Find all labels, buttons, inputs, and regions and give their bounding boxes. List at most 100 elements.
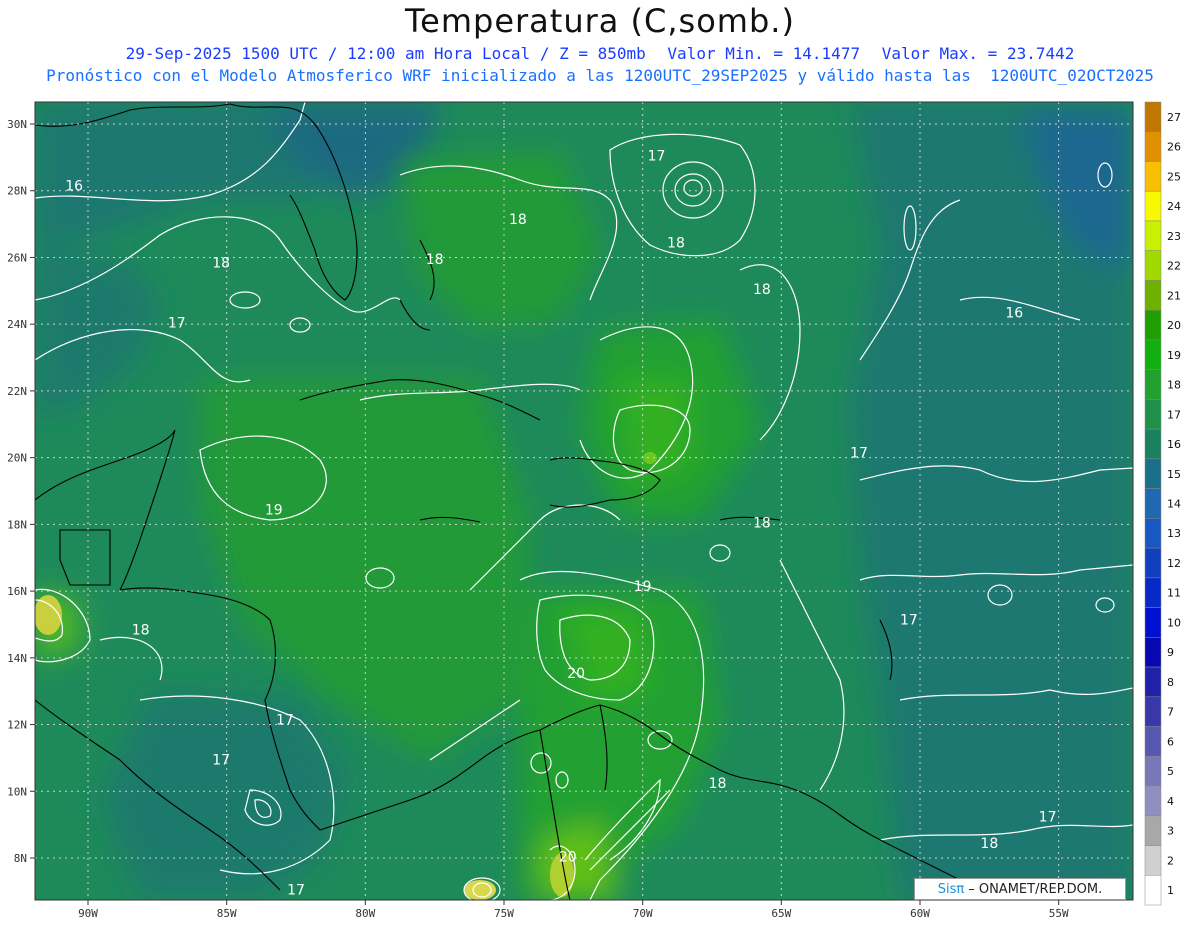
lon-label: 65W bbox=[771, 907, 791, 920]
colorbar-swatch bbox=[1144, 875, 1162, 906]
colorbar-label: 8 bbox=[1167, 676, 1174, 689]
lon-label: 60W bbox=[910, 907, 930, 920]
contour-label: 17 bbox=[648, 149, 666, 165]
contour-label: 19 bbox=[265, 502, 283, 518]
colorbar-label: 20 bbox=[1167, 319, 1181, 332]
colorbar-label: 9 bbox=[1167, 646, 1174, 659]
hotspot-honduras bbox=[35, 595, 62, 635]
contour-label: 17 bbox=[212, 753, 230, 769]
colorbar-label: 1 bbox=[1167, 884, 1174, 897]
colorbar-label: 18 bbox=[1167, 379, 1181, 392]
longitude-axis: 90W 85W 80W 75W 70W 65W 60W 55W bbox=[78, 900, 1069, 920]
colorbar-label: 3 bbox=[1167, 825, 1174, 838]
colorbar: 2726252423222120191817161514131211109876… bbox=[1144, 101, 1181, 906]
contour-label: 18 bbox=[667, 235, 685, 251]
lon-label: 85W bbox=[217, 907, 237, 920]
lat-label: 10N bbox=[7, 785, 27, 798]
colorbar-swatch bbox=[1144, 488, 1162, 519]
contour-label: 17 bbox=[287, 883, 305, 899]
contour-label: 18 bbox=[426, 252, 444, 268]
colorbar-swatch bbox=[1144, 637, 1162, 668]
contour-label: 20 bbox=[567, 666, 585, 682]
colorbar-label: 11 bbox=[1167, 587, 1181, 600]
contour-label: 17 bbox=[168, 316, 186, 332]
lat-label: 12N bbox=[7, 719, 27, 732]
colorbar-label: 2 bbox=[1167, 854, 1174, 867]
lat-label: 28N bbox=[7, 185, 27, 198]
lon-label: 70W bbox=[633, 907, 653, 920]
colorbar-label: 26 bbox=[1167, 141, 1181, 154]
colorbar-label: 4 bbox=[1167, 795, 1174, 808]
colorbar-swatch bbox=[1144, 547, 1162, 579]
colorbar-swatch bbox=[1144, 369, 1162, 400]
credit-org: – ONAMET/REP.DOM. bbox=[968, 881, 1103, 897]
contour-label: 17 bbox=[850, 446, 868, 462]
colorbar-label: 13 bbox=[1167, 527, 1181, 540]
contour-label: 16 bbox=[65, 179, 83, 195]
colorbar-swatch bbox=[1144, 101, 1162, 132]
contour-label: 17 bbox=[900, 612, 918, 628]
contour-label: 18 bbox=[212, 255, 230, 271]
colorbar-swatch bbox=[1144, 428, 1162, 460]
contour-label: 16 bbox=[1005, 306, 1023, 322]
contour-label: 17 bbox=[1039, 809, 1057, 825]
colorbar-label: 10 bbox=[1167, 616, 1181, 629]
colorbar-swatch bbox=[1144, 696, 1162, 727]
colorbar-swatch bbox=[1144, 250, 1162, 281]
colorbar-swatch bbox=[1144, 220, 1162, 251]
colorbar-swatch bbox=[1144, 309, 1162, 341]
colorbar-swatch bbox=[1144, 190, 1162, 222]
colorbar-swatch bbox=[1144, 845, 1162, 876]
colorbar-swatch bbox=[1144, 785, 1162, 817]
colorbar-label: 23 bbox=[1167, 230, 1181, 243]
colorbar-label: 27 bbox=[1167, 111, 1181, 124]
colorbar-label: 17 bbox=[1167, 408, 1181, 421]
colorbar-swatch bbox=[1144, 577, 1162, 608]
colorbar-label: 24 bbox=[1167, 200, 1181, 213]
lat-label: 20N bbox=[7, 452, 27, 465]
lon-label: 80W bbox=[355, 907, 375, 920]
colorbar-swatch bbox=[1144, 607, 1162, 638]
colorbar-swatch bbox=[1144, 280, 1162, 311]
lat-label: 8N bbox=[14, 852, 27, 865]
colorbar-label: 16 bbox=[1167, 438, 1181, 451]
lat-label: 14N bbox=[7, 652, 27, 665]
colorbar-label: 7 bbox=[1167, 706, 1174, 719]
lat-label: 22N bbox=[7, 385, 27, 398]
lat-label: 26N bbox=[7, 251, 27, 264]
sispi-logo: Sisπ bbox=[937, 881, 965, 897]
colorbar-label: 15 bbox=[1167, 468, 1181, 481]
colorbar-swatch bbox=[1144, 815, 1162, 846]
lat-label: 24N bbox=[7, 318, 27, 331]
colorbar-label: 5 bbox=[1167, 765, 1174, 778]
temperature-map: 1618171818171818161719181918172017171817… bbox=[7, 101, 1181, 920]
colorbar-swatch bbox=[1144, 339, 1162, 370]
colorbar-swatch bbox=[1144, 726, 1162, 757]
colorbar-swatch bbox=[1144, 756, 1162, 787]
colorbar-label: 19 bbox=[1167, 349, 1181, 362]
contour-label: 20 bbox=[559, 849, 577, 865]
colorbar-swatch bbox=[1144, 131, 1162, 162]
contour-label: 18 bbox=[132, 622, 150, 638]
contour-label: 19 bbox=[634, 579, 652, 595]
lon-label: 75W bbox=[494, 907, 514, 920]
colorbar-label: 25 bbox=[1167, 170, 1181, 183]
contour-label: 18 bbox=[509, 212, 527, 228]
colorbar-swatch bbox=[1144, 161, 1162, 192]
contour-label: 18 bbox=[709, 776, 727, 792]
latitude-axis: 30N 28N 26N 24N 22N 20N 18N 16N 14N 12N 10N 8N bbox=[7, 118, 35, 865]
lon-label: 55W bbox=[1049, 907, 1069, 920]
lat-label: 18N bbox=[7, 518, 27, 531]
colorbar-swatch bbox=[1144, 666, 1162, 698]
contour-label: 18 bbox=[753, 516, 771, 532]
temperature-field bbox=[35, 102, 1133, 900]
contour-label: 18 bbox=[980, 836, 998, 852]
colorbar-label: 22 bbox=[1167, 260, 1181, 273]
colorbar-label: 21 bbox=[1167, 289, 1181, 302]
colorbar-label: 14 bbox=[1167, 498, 1181, 511]
credit-box: Sisπ – ONAMET/REP.DOM. bbox=[914, 878, 1126, 900]
lon-label: 90W bbox=[78, 907, 98, 920]
colorbar-swatch bbox=[1144, 399, 1162, 430]
colorbar-swatch bbox=[1144, 518, 1162, 549]
colorbar-swatch bbox=[1144, 458, 1162, 489]
